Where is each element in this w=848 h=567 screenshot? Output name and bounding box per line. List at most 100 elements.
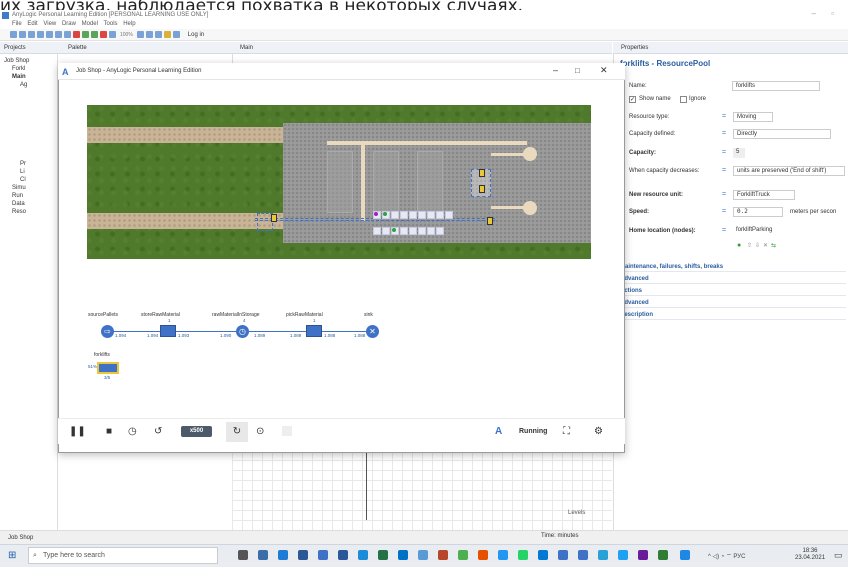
- copy-icon[interactable]: [64, 31, 71, 38]
- app-icon[interactable]: [298, 550, 308, 560]
- anylogic-taskbar-icon[interactable]: [578, 550, 588, 560]
- zoom-out-icon[interactable]: [136, 31, 144, 38]
- delay-block[interactable]: ◷: [236, 325, 249, 338]
- fullscreen-icon[interactable]: ⛶: [563, 426, 570, 437]
- sink-block[interactable]: ✕: [366, 325, 379, 338]
- task-view-icon[interactable]: [238, 550, 248, 560]
- menu-model[interactable]: Model: [82, 21, 98, 27]
- slower-icon[interactable]: ◷: [128, 426, 137, 437]
- redo-icon[interactable]: [46, 31, 53, 38]
- model-maximize-icon[interactable]: □: [575, 66, 580, 75]
- powerpoint-icon[interactable]: [438, 550, 448, 560]
- menu-tools[interactable]: Tools: [104, 21, 118, 27]
- zoom-level[interactable]: 100%: [120, 32, 133, 38]
- app-icon[interactable]: [680, 550, 690, 560]
- build-icon[interactable]: [82, 31, 89, 38]
- section-maintenance[interactable]: Maintenance, failures, shifts, breaks: [620, 262, 846, 272]
- console-icon[interactable]: ⚙: [594, 426, 603, 437]
- tab-properties[interactable]: Properties: [613, 42, 848, 54]
- app-icon[interactable]: [538, 550, 548, 560]
- app-icon[interactable]: [398, 550, 408, 560]
- tree-item[interactable]: Data: [12, 200, 25, 208]
- when-decreases-select[interactable]: units are preserved ('End of shift'): [733, 166, 845, 176]
- run-icon[interactable]: [91, 31, 98, 38]
- save-icon[interactable]: [28, 31, 35, 38]
- app-icon[interactable]: [418, 550, 428, 560]
- pause-icon[interactable]: ❚❚: [69, 426, 86, 437]
- excel-icon[interactable]: [378, 550, 388, 560]
- static-value-icon[interactable]: =: [722, 130, 726, 137]
- name-field[interactable]: forklifts: [732, 81, 820, 91]
- static-value-icon[interactable]: =: [722, 167, 726, 174]
- new-icon[interactable]: [10, 31, 17, 38]
- app-icon[interactable]: [318, 550, 328, 560]
- whatsapp-icon[interactable]: [518, 550, 528, 560]
- user-icon[interactable]: [172, 31, 180, 38]
- minimize-icon[interactable]: –: [812, 9, 816, 18]
- tree-item[interactable]: Reso: [12, 208, 26, 216]
- section-advanced-2[interactable]: Advanced: [620, 298, 846, 308]
- show-name-checkbox[interactable]: ✓: [629, 96, 636, 103]
- anylogic-taskbar-icon[interactable]: [558, 550, 568, 560]
- undo-icon[interactable]: [37, 31, 44, 38]
- maximize-icon[interactable]: ▫: [831, 9, 834, 18]
- app-icon[interactable]: [258, 550, 268, 560]
- model-close-icon[interactable]: ✕: [600, 65, 608, 76]
- zoom-in-icon[interactable]: [109, 31, 116, 38]
- move-down-icon[interactable]: ⇩: [755, 242, 760, 249]
- menu-file[interactable]: File: [12, 21, 22, 27]
- select-node-icon[interactable]: ⇆: [771, 242, 776, 249]
- virtual-time-icon[interactable]: ↺: [154, 426, 162, 437]
- network-icon[interactable]: ◔: [721, 554, 725, 560]
- tree-item[interactable]: Run: [12, 192, 23, 200]
- speed-field[interactable]: 0.2: [733, 207, 783, 217]
- tree-item[interactable]: Simu: [12, 184, 26, 192]
- capacity-field[interactable]: 5: [733, 148, 745, 158]
- real-time-icon[interactable]: ↻: [226, 422, 248, 442]
- speed-units[interactable]: meters per secon: [790, 209, 836, 215]
- grid-icon[interactable]: [145, 31, 153, 38]
- static-value-icon[interactable]: =: [722, 227, 726, 234]
- app-icon[interactable]: [618, 550, 628, 560]
- clock[interactable]: 18:36 23.04.2021: [795, 548, 825, 562]
- app-icon[interactable]: [458, 550, 468, 560]
- static-value-icon[interactable]: =: [722, 208, 726, 215]
- tree-item[interactable]: Forkl: [12, 65, 25, 73]
- app-icon[interactable]: [658, 550, 668, 560]
- section-advanced[interactable]: Advanced: [620, 274, 846, 284]
- app-icon[interactable]: [498, 550, 508, 560]
- tab-main[interactable]: Main: [232, 42, 612, 54]
- tab-projects[interactable]: Projects: [4, 42, 26, 54]
- resource-type-select[interactable]: Moving: [733, 112, 773, 122]
- static-value-icon[interactable]: =: [722, 113, 726, 120]
- app-icon[interactable]: [478, 550, 488, 560]
- static-value-icon[interactable]: =: [722, 149, 726, 156]
- step-icon[interactable]: [282, 426, 292, 436]
- highlight-icon[interactable]: [163, 31, 171, 38]
- model-minimize-icon[interactable]: –: [553, 65, 558, 75]
- resource-pool-block[interactable]: [97, 362, 119, 374]
- delete-icon[interactable]: [73, 31, 80, 38]
- static-value-icon[interactable]: =: [722, 191, 726, 198]
- notifications-icon[interactable]: ▭: [834, 550, 843, 561]
- system-tray[interactable]: ^ ◁) ◔ ⌔ РУС: [708, 552, 745, 560]
- section-actions[interactable]: Actions: [620, 286, 846, 296]
- simulation-3d-view[interactable]: [87, 105, 591, 259]
- tree-item[interactable]: Ag: [20, 81, 27, 89]
- store-block[interactable]: [160, 325, 176, 337]
- volume-icon[interactable]: ◁): [713, 554, 720, 560]
- faster-icon[interactable]: ⊙: [256, 426, 264, 437]
- section-description[interactable]: Description: [620, 310, 846, 320]
- add-node-icon[interactable]: ●: [737, 242, 741, 249]
- stop-icon[interactable]: [100, 31, 107, 38]
- cut-icon[interactable]: [55, 31, 62, 38]
- remove-node-icon[interactable]: ✕: [763, 242, 768, 249]
- capacity-defined-select[interactable]: Directly: [733, 129, 831, 139]
- tree-item[interactable]: Pr: [20, 160, 26, 168]
- tree-item[interactable]: Li: [20, 168, 25, 176]
- edge-icon[interactable]: [358, 550, 368, 560]
- tree-item[interactable]: Main: [12, 73, 26, 81]
- tab-palette[interactable]: Palette: [68, 42, 87, 54]
- pick-block[interactable]: [306, 325, 322, 337]
- ignore-checkbox[interactable]: [680, 96, 687, 103]
